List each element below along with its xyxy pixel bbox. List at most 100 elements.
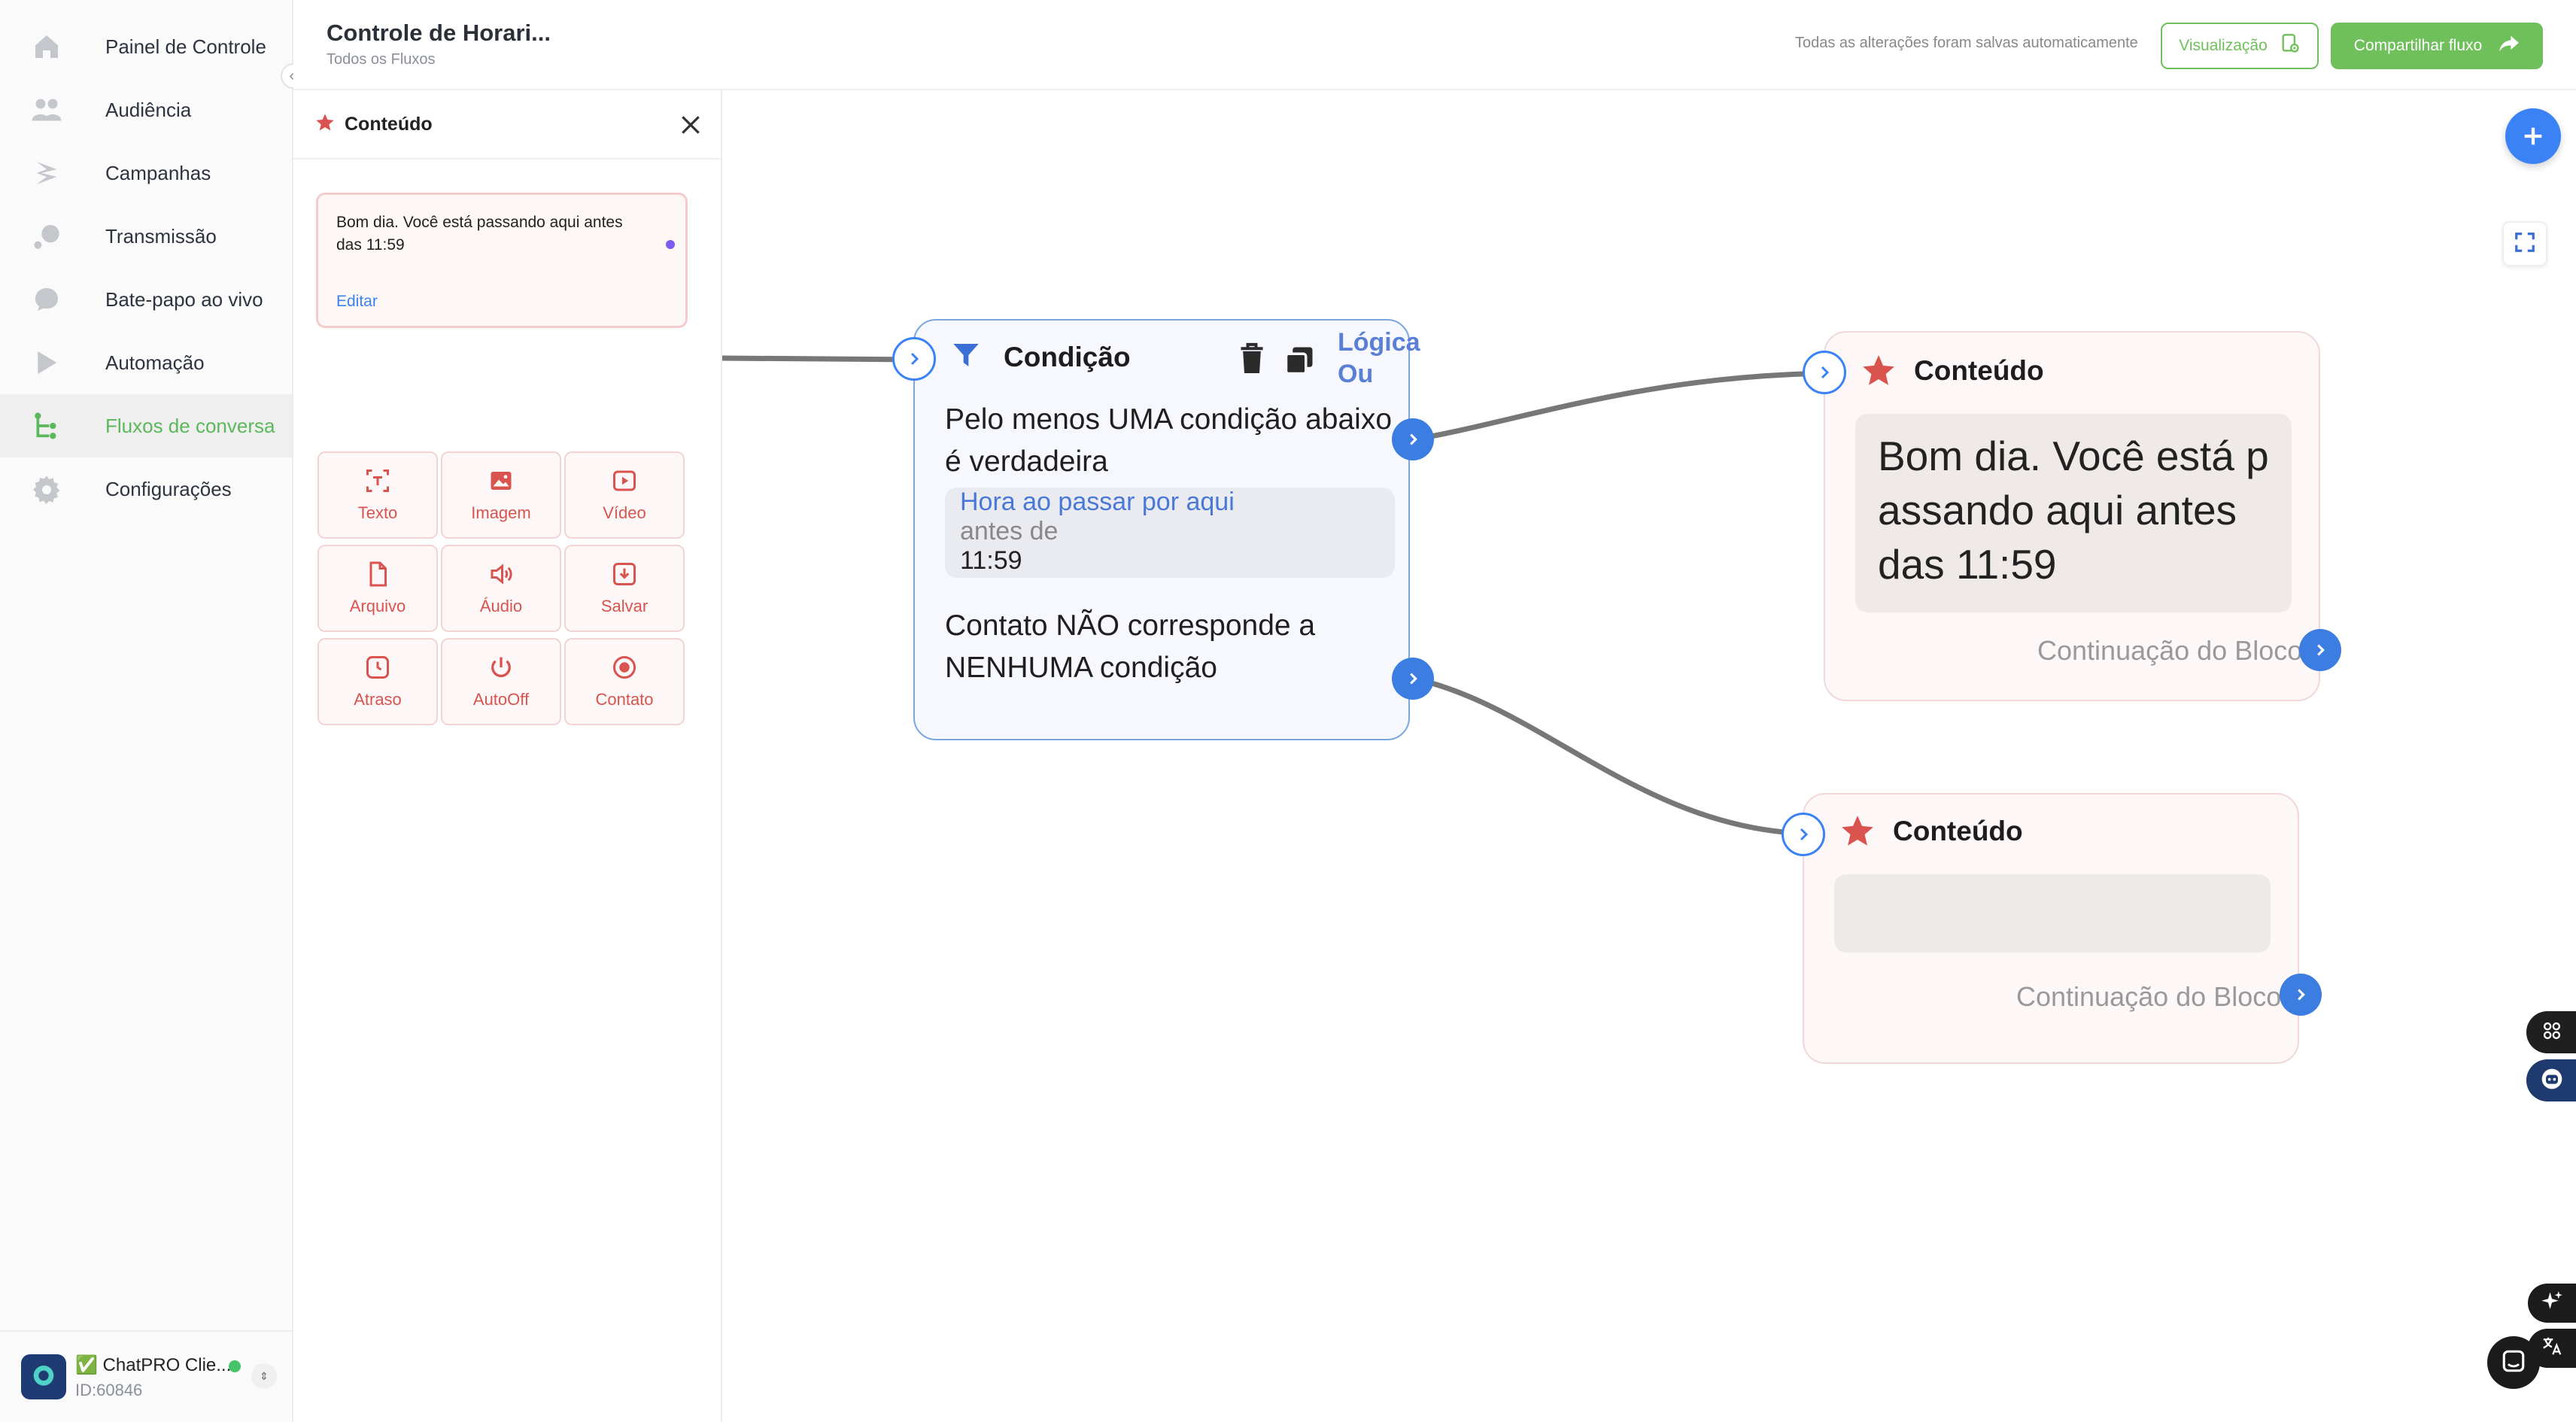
sidebar-item-painel[interactable]: Painel de Controle <box>0 15 292 78</box>
tool-file[interactable]: Arquivo <box>317 545 438 632</box>
power-icon <box>488 654 515 681</box>
tool-save[interactable]: Salvar <box>564 545 685 632</box>
tool-label: Contato <box>595 690 654 709</box>
file-icon <box>364 561 391 588</box>
shortcuts-widget[interactable] <box>2526 1011 2576 1053</box>
top-bar: Controle de Horari... Todos os Fluxos To… <box>293 0 2576 90</box>
translate-button[interactable] <box>2528 1329 2576 1368</box>
rule-operator: antes de <box>960 517 1059 545</box>
sidebar-item-label: Automação <box>105 351 205 374</box>
condition-title: Condição <box>1004 342 1131 372</box>
sidebar-item-label: Transmissão <box>105 224 217 248</box>
tool-label: Imagem <box>471 503 531 522</box>
sidebar-item-automacao[interactable]: Automação <box>0 331 292 394</box>
edit-message-link[interactable]: Editar <box>336 293 378 311</box>
sidebar-item-audiencia[interactable]: Audiência <box>0 78 292 141</box>
campaign-icon <box>30 156 63 190</box>
rule-field: Hora ao passar por aqui <box>960 488 1235 516</box>
sidebar: Painel de Controle Audiência Campanhas T… <box>0 0 306 1422</box>
sidebar-item-label: Painel de Controle <box>105 35 266 58</box>
variable-dot <box>666 240 675 249</box>
tool-video[interactable]: Vídeo <box>564 451 685 539</box>
content2-output-handle[interactable] <box>2280 974 2322 1016</box>
page-title[interactable]: Controle de Horari... <box>327 20 551 47</box>
chat-icon <box>30 283 63 316</box>
sidebar-item-label: Configurações <box>105 477 232 500</box>
condition-input-handle[interactable] <box>892 337 936 381</box>
tool-label: Atraso <box>354 690 402 709</box>
share-flow-button[interactable]: Compartilhar fluxo <box>2331 23 2543 69</box>
filter-icon <box>951 340 981 374</box>
text-icon <box>364 467 391 494</box>
condition-false-output-handle[interactable] <box>1392 658 1434 700</box>
content-node-title: Conteúdo <box>1893 816 2023 846</box>
tool-label: Vídeo <box>603 503 646 522</box>
content-node-message: Bom dia. Você está passando aqui antes d… <box>1855 414 2292 612</box>
tool-contact[interactable]: Contato <box>564 638 685 725</box>
duplicate-icon[interactable] <box>1283 345 1315 380</box>
continue-label: Continuação do Bloco <box>2037 635 2303 666</box>
logic-toggle[interactable]: Lógica Ou <box>1338 327 1420 390</box>
sidebar-item-label: Audiência <box>105 98 192 121</box>
gear-icon <box>30 472 63 506</box>
star-icon <box>1860 352 1897 393</box>
download-icon <box>611 561 638 588</box>
app-root: Painel de Controle Audiência Campanhas T… <box>0 0 2576 1422</box>
content-node-title: Conteúdo <box>1914 355 2044 386</box>
sidebar-item-label: Campanhas <box>105 161 211 184</box>
condition-true-text: Pelo menos UMA condição abaixo é verdade… <box>945 403 1393 478</box>
content-node-2[interactable]: Conteúdo Continuação do Bloco <box>1803 793 2299 1064</box>
logic-value: Ou <box>1338 360 1374 388</box>
sparkle-icon <box>2541 1290 2563 1317</box>
users-icon <box>30 93 63 126</box>
trash-icon[interactable] <box>1237 342 1267 378</box>
content-editor-panel: Conteúdo Bom dia. Você está passando aqu… <box>293 90 722 1422</box>
tool-autooff[interactable]: AutoOff <box>441 638 561 725</box>
tool-label: AutoOff <box>472 690 530 709</box>
command-icon <box>2541 1020 2562 1045</box>
logic-label: Lógica <box>1338 328 1420 357</box>
bot-widget[interactable] <box>2526 1059 2576 1101</box>
add-node-button[interactable] <box>2505 108 2561 164</box>
sidebar-item-bate-papo[interactable]: Bate-papo ao vivo <box>0 268 292 331</box>
chevron-updown-icon[interactable]: ⇕ <box>251 1363 277 1389</box>
broadcast-icon <box>30 220 63 253</box>
image-icon <box>488 467 515 494</box>
panel-title: Conteúdo <box>345 113 433 135</box>
sidebar-item-campanhas[interactable]: Campanhas <box>0 141 292 205</box>
content2-input-handle[interactable] <box>1782 813 1825 856</box>
expand-icon <box>2514 231 2536 257</box>
breadcrumb[interactable]: Todos os Fluxos <box>327 51 436 68</box>
connection-lines <box>722 355 1829 837</box>
clock-icon <box>364 654 391 681</box>
condition-node[interactable]: Condição Lógica Ou Pelo menos UMA condiç… <box>913 319 1420 740</box>
preview-button[interactable]: Visualização <box>2161 23 2319 69</box>
tool-text[interactable]: Texto <box>317 451 438 539</box>
tool-image[interactable]: Imagem <box>441 451 561 539</box>
tool-audio[interactable]: Áudio <box>441 545 561 632</box>
message-card[interactable]: Bom dia. Você está passando aqui antes d… <box>316 193 688 328</box>
fullscreen-button[interactable] <box>2502 221 2547 266</box>
home-icon <box>30 30 63 63</box>
online-status-dot <box>229 1360 241 1372</box>
content-node-1[interactable]: Conteúdo Bom dia. Você está passando aqu… <box>1824 331 2320 701</box>
sidebar-item-transmissao[interactable]: Transmissão <box>0 205 292 268</box>
chat-bubble-icon <box>2501 1348 2526 1378</box>
sidebar-item-configuracoes[interactable]: Configurações <box>0 457 292 521</box>
condition-true-output-handle[interactable] <box>1392 418 1434 460</box>
content1-output-handle[interactable] <box>2299 629 2341 671</box>
autosave-status: Todas as alterações foram salvas automat… <box>1795 35 2138 51</box>
condition-rule[interactable]: Hora ao passar por aqui antes de 11:59 <box>945 488 1395 578</box>
tool-delay[interactable]: Atraso <box>317 638 438 725</box>
tool-label: Salvar <box>600 597 649 615</box>
flow-canvas[interactable]: Condição Lógica Ou Pelo menos UMA condiç… <box>722 90 2576 1422</box>
close-icon[interactable] <box>679 113 703 137</box>
sidebar-item-label: Bate-papo ao vivo <box>105 287 263 311</box>
account-id: ID:60846 <box>75 1380 143 1399</box>
account-switcher[interactable]: ✅ ChatPRO Clie... ID:60846 <box>0 1330 292 1422</box>
sidebar-item-fluxos[interactable]: Fluxos de conversa <box>0 394 292 457</box>
content1-input-handle[interactable] <box>1803 351 1846 394</box>
preview-icon <box>2280 33 2301 59</box>
ai-assist-button[interactable] <box>2528 1284 2576 1323</box>
avatar <box>21 1354 66 1399</box>
